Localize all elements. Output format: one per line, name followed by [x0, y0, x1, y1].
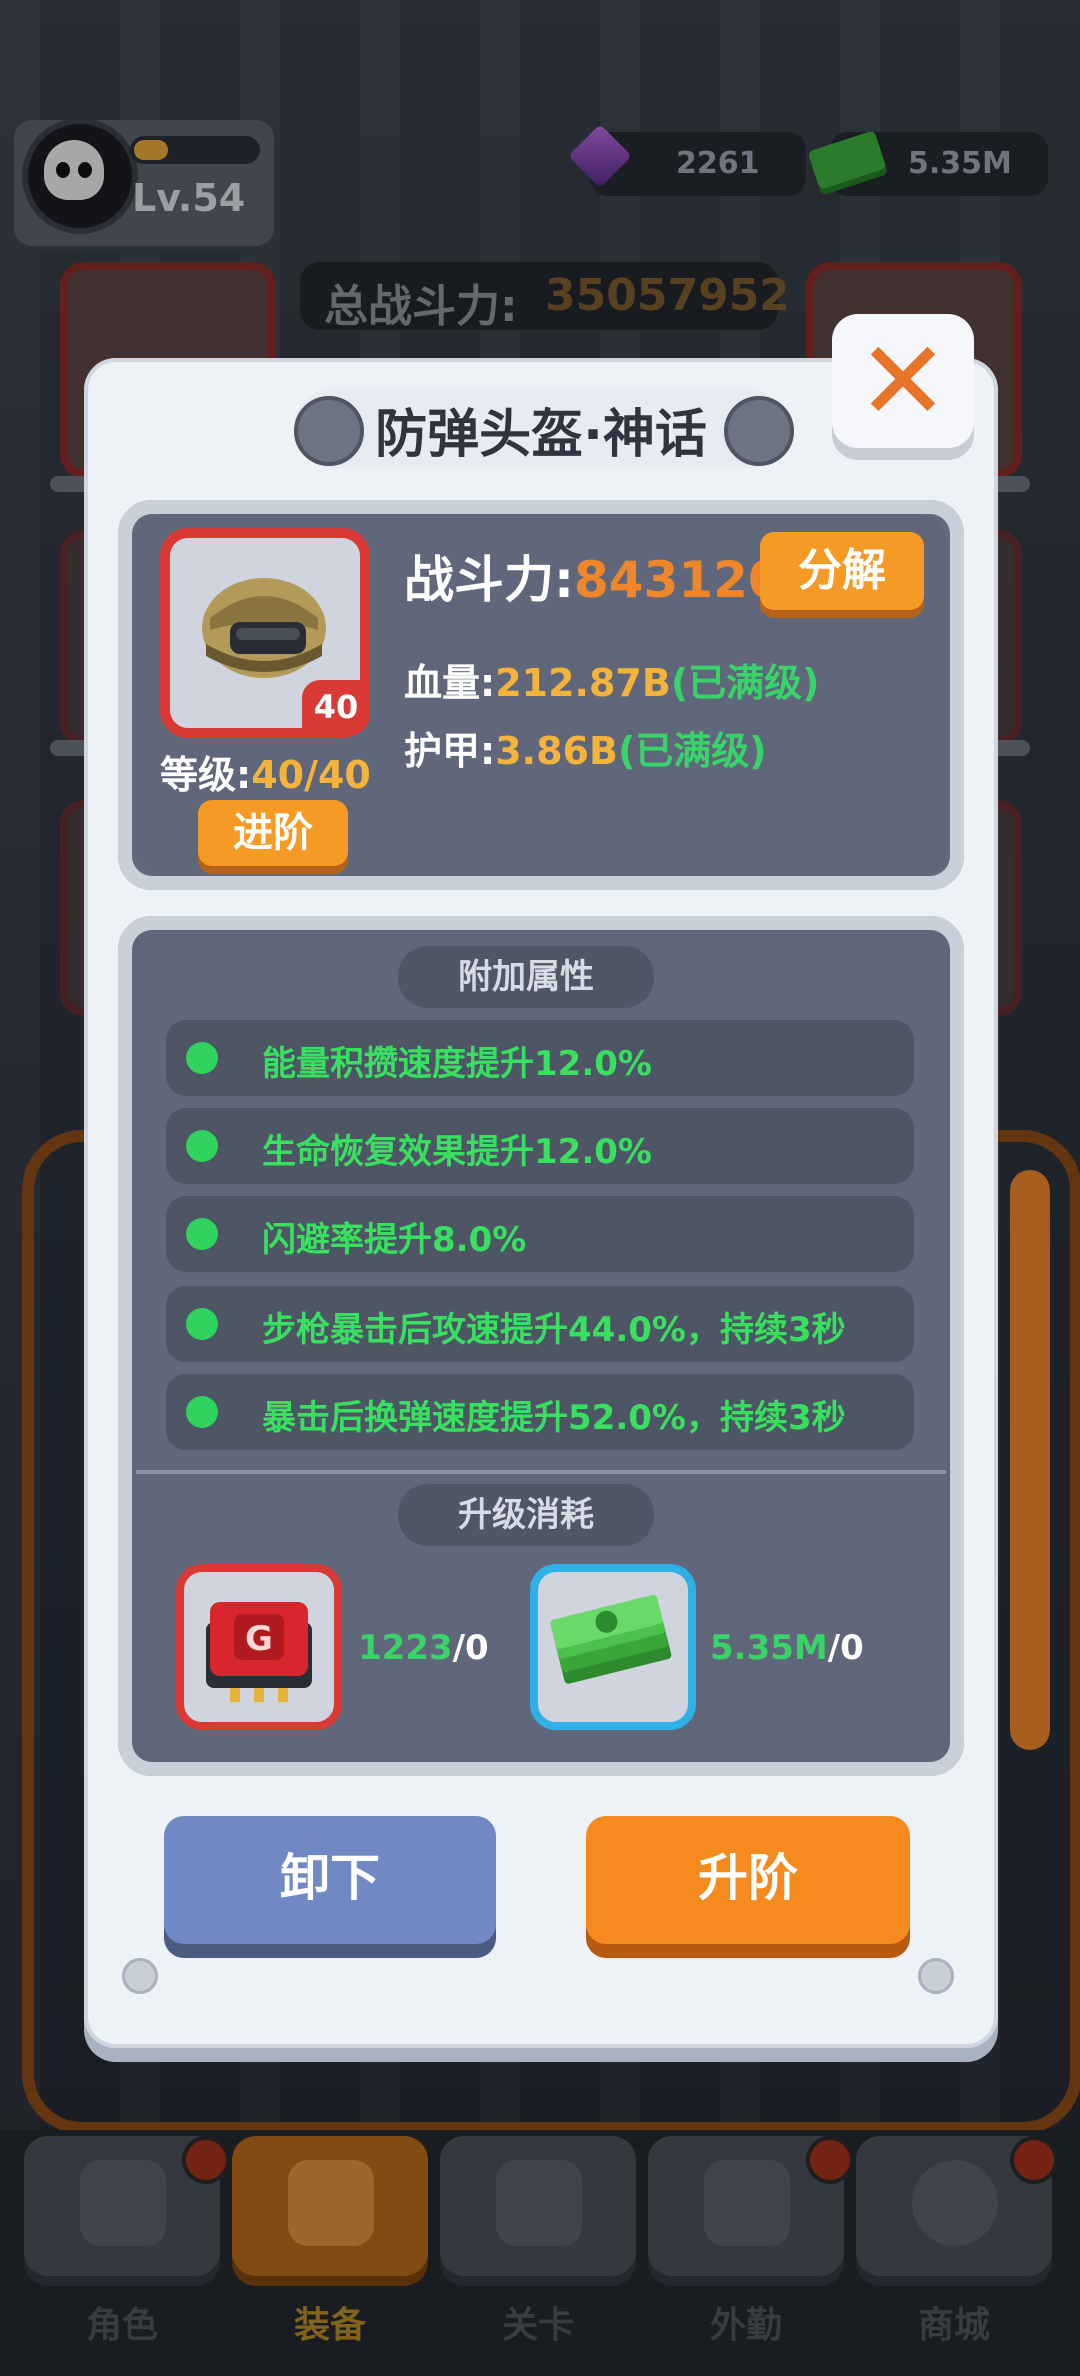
- power-value: 843120: [574, 551, 783, 609]
- attribute-text: 暴击后换弹速度提升52.0%，持续3秒: [262, 1398, 846, 1438]
- close-icon: ✕: [856, 317, 950, 445]
- chip-icon: G: [206, 1602, 312, 1702]
- attribute-text: 步枪暴击后攻速提升44.0%，持续3秒: [262, 1310, 846, 1350]
- power-label: 战斗力:: [404, 551, 574, 609]
- attribute-bullet-icon: [186, 1042, 218, 1074]
- screw: [918, 1958, 954, 1994]
- screw: [122, 1958, 158, 1994]
- grade-label: 等级:: [160, 753, 252, 797]
- svg-text:G: G: [245, 1619, 273, 1659]
- cost-cash-have: 5.35M: [710, 1628, 828, 1668]
- grade-value: 40/40: [251, 753, 371, 797]
- cost-cash-need: /0: [827, 1628, 864, 1668]
- attribute-text: 能量积攒速度提升12.0%: [262, 1044, 652, 1084]
- close-button[interactable]: ✕: [832, 314, 974, 448]
- item-level-badge-text: 40: [313, 688, 359, 726]
- armor-note: (已满级): [617, 729, 767, 773]
- power-row: 战斗力:843120: [404, 540, 783, 612]
- cost-cash-amount: 5.35M/0: [710, 1628, 864, 1668]
- attribute-text: 闪避率提升8.0%: [262, 1220, 527, 1260]
- title-left-bolt: [294, 396, 364, 466]
- armor-value: 3.86B: [495, 729, 618, 773]
- hp-note: (已满级): [670, 661, 820, 705]
- armor-label: 护甲:: [404, 729, 496, 773]
- cost-chip-need: /0: [452, 1628, 489, 1668]
- grade-row: 等级:40/40: [160, 744, 371, 799]
- dialog-title: 防弹头盔·神话: [375, 405, 707, 465]
- upgrade-cost-title: 升级消耗: [398, 1484, 654, 1546]
- armor-row: 护甲:3.86B(已满级): [404, 720, 767, 775]
- hp-value: 212.87B: [495, 661, 671, 705]
- upgrade-button[interactable]: 升阶: [586, 1816, 910, 1944]
- cost-chip-amount: 1223/0: [358, 1628, 489, 1668]
- attribute-bullet-icon: [186, 1130, 218, 1162]
- helmet-icon: [202, 578, 326, 678]
- attribute-bullet-icon: [186, 1218, 218, 1250]
- attribute-bullet-icon: [186, 1308, 218, 1340]
- decompose-button[interactable]: 分解: [760, 532, 924, 610]
- attributes-title: 附加属性: [398, 946, 654, 1008]
- hp-label: 血量:: [404, 661, 496, 705]
- advance-button[interactable]: 进阶: [198, 800, 348, 866]
- hp-row: 血量:212.87B(已满级): [404, 652, 820, 707]
- cash-icon: [550, 1594, 672, 1684]
- cost-chip-have: 1223: [358, 1628, 453, 1668]
- unequip-button[interactable]: 卸下: [164, 1816, 496, 1944]
- attribute-text: 生命恢复效果提升12.0%: [262, 1132, 652, 1172]
- title-right-bolt: [724, 396, 794, 466]
- section-divider: [136, 1470, 946, 1474]
- attribute-bullet-icon: [186, 1396, 218, 1428]
